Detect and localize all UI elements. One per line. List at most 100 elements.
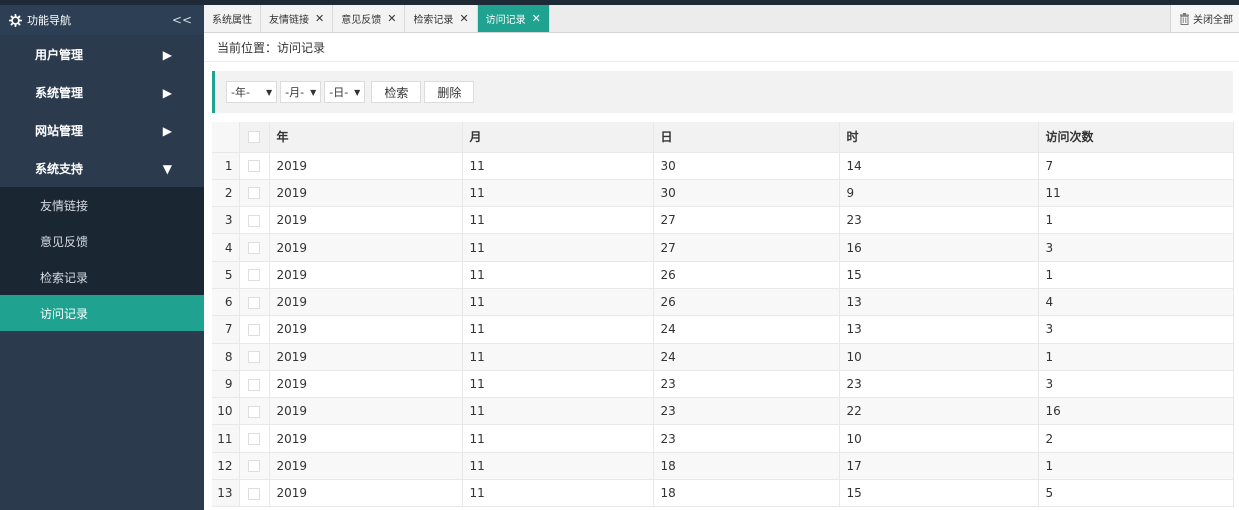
table-row[interactable]: 7 2019 11 24 13 3 [212,315,1234,344]
cell-year: 2019 [269,206,463,235]
table-row[interactable]: 4 2019 11 27 16 3 [212,233,1234,262]
cell-month: 11 [462,397,654,426]
collapse-sidebar-icon[interactable]: << [172,13,192,27]
filter-bar: -年- ▼ -月- ▼ -日- ▼ 检索 删除 [212,71,1233,113]
cell-visits: 3 [1038,315,1234,344]
menu-user-management[interactable]: 用户管理 ▶ [0,35,204,73]
table-row[interactable]: 3 2019 11 27 23 1 [212,206,1234,235]
row-checkbox-cell [239,152,270,180]
cell-day: 30 [653,179,840,208]
header-month[interactable]: 月 [462,122,654,153]
row-checkbox-cell [239,233,270,262]
sidebar-title: 功能导航 [27,14,71,27]
menu-website-management[interactable]: 网站管理 ▶ [0,111,204,149]
year-select-value: -年- [231,86,250,99]
header-year[interactable]: 年 [269,122,463,153]
cell-day: 23 [653,370,840,399]
row-checkbox[interactable] [248,214,260,227]
day-select[interactable]: -日- ▼ [324,81,366,103]
search-button[interactable]: 检索 [371,81,422,103]
row-number-header [212,122,240,153]
cell-visits: 1 [1038,343,1234,371]
tab-search-records[interactable]: 检索记录 ✕ [405,5,478,32]
row-checkbox-cell [239,343,270,371]
sidebar-item-friend-links[interactable]: 友情链接 [0,187,204,223]
table-row[interactable]: 8 2019 11 24 10 1 [212,343,1234,371]
table-row[interactable]: 5 2019 11 26 15 1 [212,261,1234,289]
table-row[interactable]: 9 2019 11 23 23 3 [212,370,1234,399]
cell-year: 2019 [269,152,463,180]
caret-down-icon: ▼ [310,87,317,97]
header-day[interactable]: 日 [653,122,840,153]
table-row[interactable]: 2 2019 11 30 9 11 [212,179,1234,208]
sidebar-header: 功能导航 << [0,5,204,35]
menu-system-support[interactable]: 系统支持 ▼ [0,149,204,187]
tab-visit-records[interactable]: 访问记录 ✕ [477,5,550,32]
row-checkbox[interactable] [248,433,260,446]
cell-visits: 3 [1038,370,1234,399]
sidebar-item-visit-records[interactable]: 访问记录 [0,295,204,331]
trash-icon [1179,12,1190,25]
cell-year: 2019 [269,233,463,262]
close-icon[interactable]: ✕ [532,12,541,25]
table-row[interactable]: 12 2019 11 18 17 1 [212,452,1234,481]
cell-visits: 11 [1038,179,1234,208]
month-select[interactable]: -月- ▼ [280,81,322,103]
cell-day: 26 [653,261,840,289]
row-checkbox[interactable] [248,269,260,282]
cell-month: 11 [462,179,654,208]
tab-label: 系统属性 [212,15,252,26]
close-icon[interactable]: ✕ [387,12,396,25]
tab-feedback[interactable]: 意见反馈 ✕ [333,5,406,32]
tab-bar: 系统属性 友情链接 ✕ 意见反馈 ✕ 检索记录 ✕ 访问记录 ✕ 关闭全部 [204,5,1239,33]
row-checkbox-cell [239,261,270,289]
tab-system-properties[interactable]: 系统属性 [204,5,261,32]
table-row[interactable]: 1 2019 11 30 14 7 [212,152,1234,180]
cell-hour: 9 [839,179,1039,208]
row-number: 9 [212,370,240,399]
cell-year: 2019 [269,370,463,399]
row-checkbox[interactable] [248,351,260,364]
caret-down-icon: ▼ [354,87,361,97]
menu-system-management[interactable]: 系统管理 ▶ [0,73,204,111]
row-checkbox[interactable] [248,487,260,500]
row-number: 6 [212,288,240,317]
cell-year: 2019 [269,288,463,317]
tab-friend-links[interactable]: 友情链接 ✕ [261,5,334,32]
select-all-checkbox[interactable] [248,131,260,144]
close-icon[interactable]: ✕ [315,12,324,25]
sidebar-item-feedback[interactable]: 意见反馈 [0,223,204,259]
delete-button[interactable]: 删除 [424,81,475,103]
row-checkbox[interactable] [248,460,260,473]
close-icon[interactable]: ✕ [459,12,468,25]
row-checkbox-cell [239,397,270,426]
cell-year: 2019 [269,397,463,426]
row-checkbox[interactable] [248,296,260,309]
table-row[interactable]: 6 2019 11 26 13 4 [212,288,1234,317]
cell-month: 11 [462,261,654,289]
row-checkbox[interactable] [248,187,260,200]
row-checkbox[interactable] [248,160,260,173]
table-row[interactable]: 11 2019 11 23 10 2 [212,424,1234,453]
header-hour[interactable]: 时 [839,122,1039,153]
cell-day: 27 [653,233,840,262]
cell-visits: 7 [1038,152,1234,180]
row-checkbox[interactable] [248,378,260,391]
triangle-right-icon: ▶ [162,48,172,62]
header-visits[interactable]: 访问次数 [1038,122,1234,153]
year-select[interactable]: -年- ▼ [226,81,278,103]
cell-year: 2019 [269,261,463,289]
table-row[interactable]: 10 2019 11 23 22 16 [212,397,1234,426]
table-row[interactable]: 13 2019 11 18 15 5 [212,479,1234,508]
row-checkbox[interactable] [248,405,260,418]
row-checkbox-cell [239,452,270,481]
tab-label: 检索记录 [413,15,454,26]
tab-label: 友情链接 [269,15,309,26]
row-checkbox[interactable] [248,323,260,336]
sidebar-item-search-records[interactable]: 检索记录 [0,259,204,295]
close-all-button[interactable]: 关闭全部 [1170,5,1239,32]
triangle-down-icon: ▼ [162,162,172,176]
row-checkbox[interactable] [248,242,260,255]
cell-month: 11 [462,152,654,180]
cell-month: 11 [462,315,654,344]
